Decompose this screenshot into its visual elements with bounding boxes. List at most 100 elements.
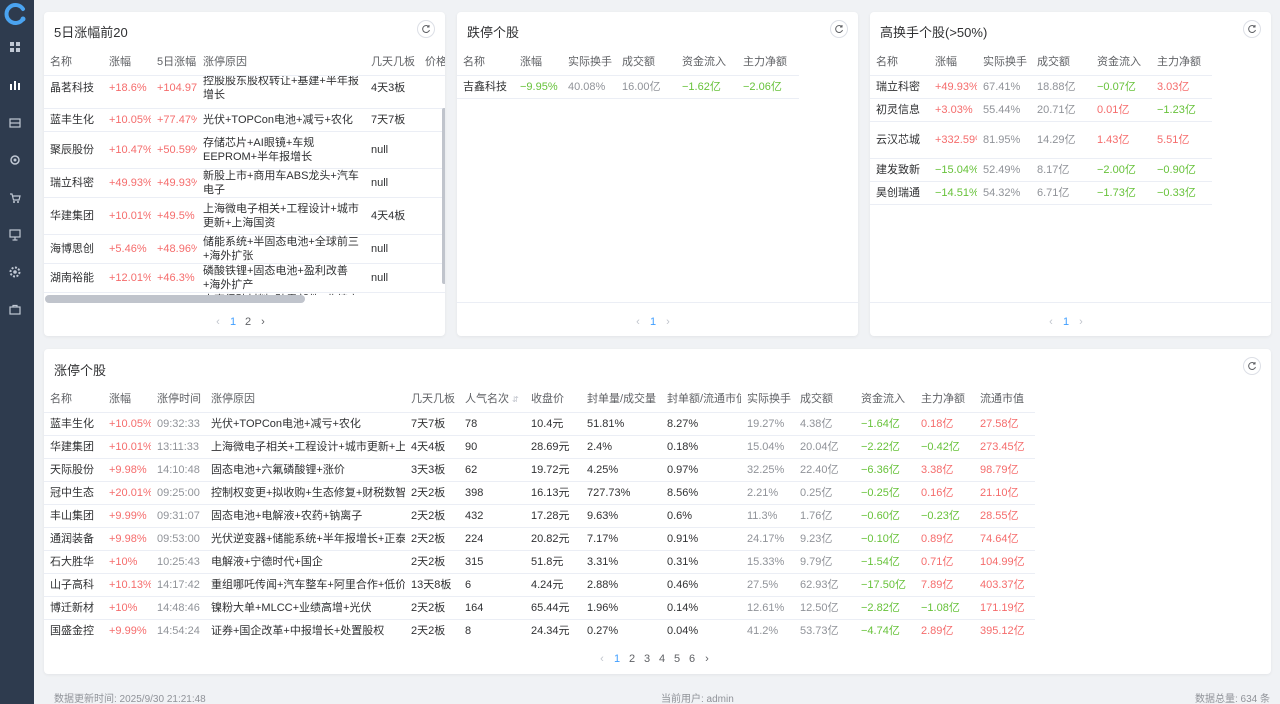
table-row[interactable]: 山子高科 +10.13% 14:17:42 重组哪吒传闻+汽车整车+阿里合作+低价股 1… bbox=[44, 573, 1035, 597]
column-header: 名称 bbox=[870, 48, 929, 76]
high-turnover-title: 高换手个股(>50%) bbox=[880, 25, 988, 40]
limit-down-refresh-button[interactable] bbox=[830, 20, 848, 38]
table-cell: 32.25% bbox=[741, 458, 794, 482]
footer: 数据更新时间: 2025/9/30 21:21:48 当前用户: admin 数… bbox=[34, 686, 1280, 704]
table-cell: 27.5% bbox=[741, 573, 794, 597]
table-row[interactable]: 冠中生态 +20.01% 09:25:00 控制权变更+拟收购+生态修复+财税数智化 2… bbox=[44, 481, 1035, 505]
table-cell: 1.43亿 bbox=[1091, 121, 1151, 159]
table-cell: 727.73% bbox=[581, 481, 661, 505]
column-header: 涨幅 bbox=[103, 48, 151, 76]
table-cell: −0.25亿 bbox=[855, 481, 915, 505]
table-row[interactable]: 华建集团 +10.01% +49.5% 上海微电子相关+工程设计+城市更新+上海国资 4… bbox=[44, 197, 445, 235]
prev-page-button[interactable]: ‹ bbox=[596, 653, 608, 665]
refresh-icon bbox=[1248, 362, 1256, 371]
table-cell: 冠中生态 bbox=[44, 481, 103, 505]
table-row[interactable]: 蓝丰生化 +10.05% 09:32:33 光伏+TOPCon电池+减亏+农化 7天7板… bbox=[44, 412, 1035, 436]
page-number-button[interactable]: 1 bbox=[1060, 316, 1072, 328]
table-cell: −1.23亿 bbox=[1151, 98, 1212, 122]
limit-down-table: 名称 涨幅 实际换手 成交额 资金流入 主力净额 吉鑫科技 −9.95% 40.08% 16.0… bbox=[457, 48, 799, 108]
column-header: 主力净额 bbox=[915, 385, 974, 413]
top5-vertical-scrollbar[interactable] bbox=[442, 108, 445, 284]
table-row[interactable]: 聚辰股份 +10.47% +50.59% 存储芯片+AI眼镜+车规EEPROM+半年报… bbox=[44, 131, 445, 169]
table-row[interactable]: 瑞立科密 +49.93% +49.93% 新股上市+商用车ABS龙头+汽车电子 null bbox=[44, 168, 445, 198]
table-cell: 13:11:33 bbox=[151, 435, 205, 459]
page-number-button[interactable]: 1 bbox=[647, 316, 659, 328]
page-number-button[interactable]: 3 bbox=[641, 653, 653, 665]
table-row[interactable]: 晶茗科技+18.6%+104.97%控股股东股权转让+基建+半年报增长4天3板 bbox=[44, 76, 445, 109]
table-cell: 12.61% bbox=[741, 596, 794, 620]
table-cell: 98.79亿 bbox=[974, 458, 1035, 482]
column-header: 5日涨幅 bbox=[151, 48, 197, 76]
table-row[interactable]: 天际股份 +9.98% 14:10:48 固态电池+六氟磷酸锂+涨价 3天3板 62 19.… bbox=[44, 458, 1035, 482]
table-cell: 6.71亿 bbox=[1031, 181, 1091, 205]
table-row[interactable]: 初灵信息 +3.03% 55.44% 20.71亿 0.01亿 −1.23亿 bbox=[870, 98, 1212, 122]
high-turnover-card: 高换手个股(>50%) 名称 涨幅 实际换手 成交额 资金流入 主力净额 瑞立科密 +49.… bbox=[870, 12, 1271, 336]
page-number-button[interactable]: 5 bbox=[671, 653, 683, 665]
table-cell: 初灵信息 bbox=[870, 98, 929, 122]
prev-page-button[interactable]: ‹ bbox=[212, 316, 224, 328]
table-row[interactable]: 博迁新材 +10% 14:48:46 镍粉大单+MLCC+业绩高增+光伏 2天2板 164… bbox=[44, 596, 1035, 620]
table-row[interactable]: 湖南裕能 +12.01% +46.3% 磷酸铁锂+固态电池+盈利改善+海外扩产 null bbox=[44, 263, 445, 293]
next-page-button[interactable]: › bbox=[662, 316, 674, 328]
high-turnover-refresh-button[interactable] bbox=[1243, 20, 1261, 38]
gear-icon[interactable] bbox=[8, 265, 22, 279]
footer-current-user: 当前用户: admin bbox=[661, 694, 734, 704]
table-cell: 78 bbox=[459, 412, 525, 436]
table-row[interactable]: 石大胜华 +10% 10:25:43 电解液+宁德时代+国企 2天2板 315 51.8元 3… bbox=[44, 550, 1035, 574]
table-cell: null bbox=[365, 234, 419, 264]
table-cell: −1.73亿 bbox=[1091, 181, 1151, 205]
cart-icon[interactable] bbox=[8, 191, 22, 205]
table-row[interactable]: 丰山集团 +9.99% 09:31:07 固态电池+电解液+农药+钠离子 2天2板 432… bbox=[44, 504, 1035, 528]
page-number-button[interactable]: 6 bbox=[686, 653, 698, 665]
table-row[interactable]: 昊创瑞通 −14.51% 54.32% 6.71亿 −1.73亿 −0.33亿 bbox=[870, 181, 1212, 205]
column-header: 资金流入 bbox=[1091, 48, 1151, 76]
top5-refresh-button[interactable] bbox=[417, 20, 435, 38]
table-cell: 14:17:42 bbox=[151, 573, 205, 597]
table-cell: 0.89亿 bbox=[915, 527, 974, 551]
limit-up-refresh-button[interactable] bbox=[1243, 357, 1261, 375]
table-cell: 18.88亿 bbox=[1031, 75, 1091, 99]
table-cell: 0.97% bbox=[661, 458, 741, 482]
high-turnover-pagination: ‹ 1 › bbox=[1045, 312, 1087, 332]
column-header[interactable]: 人气名次 ⇵ bbox=[459, 385, 525, 413]
table-row[interactable]: 蓝丰生化 +10.05% +77.47% 光伏+TOPCon电池+减亏+农化 7天7板 bbox=[44, 108, 445, 132]
table-cell: 湖南裕能 bbox=[44, 263, 103, 293]
table-cell: +104.97% bbox=[151, 76, 197, 109]
page-number-button[interactable]: 2 bbox=[242, 316, 254, 328]
settings-icon[interactable] bbox=[8, 153, 22, 167]
next-page-button[interactable]: › bbox=[701, 653, 713, 665]
prev-page-button[interactable]: ‹ bbox=[1045, 316, 1057, 328]
table-row[interactable]: 通润装备 +9.98% 09:53:00 光伏逆变器+储能系统+半年报增长+正泰系 2天… bbox=[44, 527, 1035, 551]
monitor-icon[interactable] bbox=[8, 228, 22, 242]
table-cell: 54.32% bbox=[977, 181, 1031, 205]
table-cell: +10.01% bbox=[103, 197, 151, 235]
table-cell-price bbox=[419, 292, 445, 295]
table-row[interactable]: 瑞立科密 +49.93% 67.41% 18.88亿 −0.07亿 3.03亿 bbox=[870, 75, 1212, 99]
table-icon[interactable] bbox=[8, 116, 22, 130]
table-row[interactable]: 云汉芯城+332.59%81.95%14.29亿1.43亿5.51亿 bbox=[870, 121, 1212, 159]
table-row[interactable]: 国盛金控 +9.99% 14:54:24 证券+国企改革+中报增长+处置股权 2天2板 8… bbox=[44, 619, 1035, 641]
page-number-button[interactable]: 4 bbox=[656, 653, 668, 665]
next-page-button[interactable]: › bbox=[1075, 316, 1087, 328]
page-number-button[interactable]: 2 bbox=[626, 653, 638, 665]
table-cell: 0.27% bbox=[581, 619, 661, 641]
chart-icon[interactable] bbox=[8, 78, 22, 92]
dashboard-icon[interactable] bbox=[8, 40, 22, 54]
page-number-button[interactable]: 1 bbox=[227, 316, 239, 328]
refresh-icon bbox=[1248, 25, 1256, 34]
table-row[interactable]: 吉鑫科技 −9.95% 40.08% 16.00亿 −1.62亿 −2.06亿 bbox=[457, 75, 799, 99]
table-cell: +49.93% bbox=[151, 168, 197, 198]
table-row[interactable]: 建发致新 −15.04% 52.49% 8.17亿 −2.00亿 −0.90亿 bbox=[870, 158, 1212, 182]
prev-page-button[interactable]: ‹ bbox=[632, 316, 644, 328]
briefcase-icon[interactable] bbox=[8, 303, 22, 317]
table-row[interactable]: 海博思创 +5.46% +48.96% 储能系统+半固态电池+全球前三+海外扩张 nul… bbox=[44, 234, 445, 264]
app-logo-icon[interactable] bbox=[4, 2, 28, 26]
table-cell: 0.6% bbox=[661, 504, 741, 528]
top5-horizontal-scrollbar[interactable] bbox=[45, 295, 305, 303]
table-row[interactable]: 华建集团+10.01%13:11:33上海微电子相关+工程设计+城市更新+上海国… bbox=[44, 435, 1035, 459]
table-cell: 24.34元 bbox=[525, 619, 581, 641]
sort-icon[interactable]: ⇵ bbox=[512, 395, 519, 404]
column-header: 实际换手 bbox=[977, 48, 1031, 76]
page-number-button[interactable]: 1 bbox=[611, 653, 623, 665]
next-page-button[interactable]: › bbox=[257, 316, 269, 328]
